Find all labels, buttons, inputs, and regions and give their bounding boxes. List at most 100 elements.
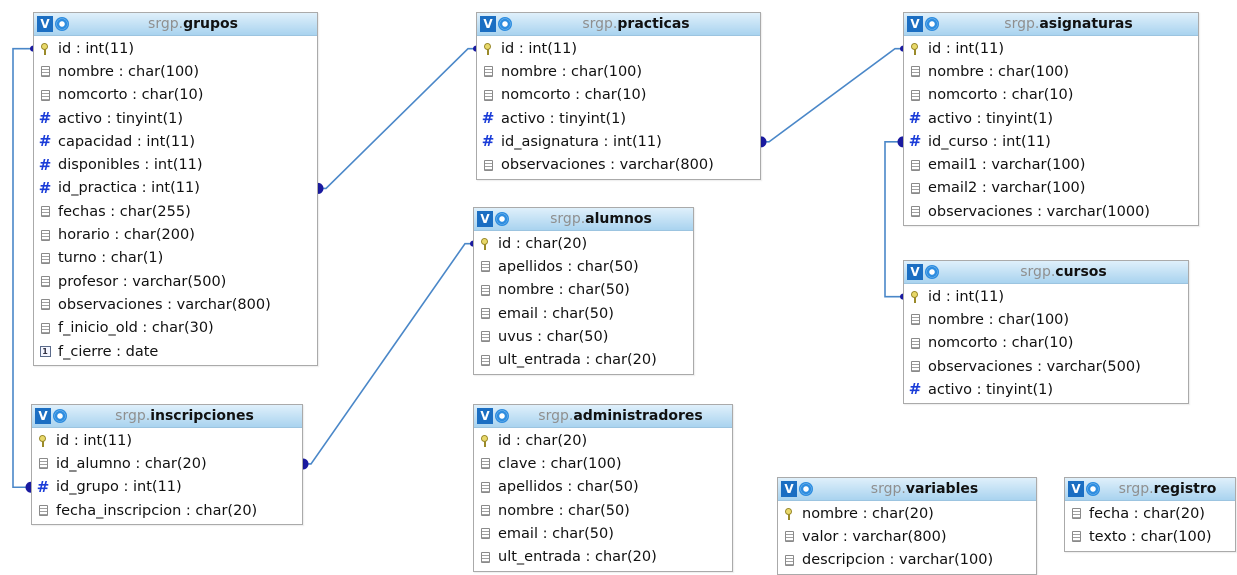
view-icon[interactable]: V [35, 408, 51, 424]
column-row[interactable]: # id_curso : int(11) [904, 130, 1198, 153]
column-row[interactable]: descripcion : varchar(100) [778, 549, 1036, 572]
column-row[interactable]: nomcorto : char(10) [477, 84, 760, 107]
table-header[interactable]: V srgp.grupos [34, 13, 317, 36]
table-header[interactable]: V srgp.alumnos [474, 208, 693, 231]
column-row[interactable]: id : char(20) [474, 429, 732, 452]
gear-icon[interactable] [55, 17, 69, 31]
view-icon[interactable]: V [480, 16, 496, 32]
column-row[interactable]: id : int(11) [477, 37, 760, 60]
table-name: inscripciones [150, 408, 254, 424]
column-row[interactable]: email1 : varchar(100) [904, 153, 1198, 176]
column-label: nombre : char(20) [802, 505, 934, 522]
column-row[interactable]: nomcorto : char(10) [34, 84, 317, 107]
view-icon[interactable]: V [907, 264, 923, 280]
table-header[interactable]: V srgp.variables [778, 478, 1036, 501]
column-row[interactable]: # disponibles : int(11) [34, 153, 317, 176]
column-row[interactable]: nomcorto : char(10) [904, 84, 1198, 107]
column-row[interactable]: # activo : tinyint(1) [34, 107, 317, 130]
column-row[interactable]: ult_entrada : char(20) [474, 545, 732, 568]
table-header[interactable]: V srgp.asignaturas [904, 13, 1198, 36]
table-grupos[interactable]: V srgp.grupos id : int(11) nombre : char(… [33, 12, 318, 367]
column-row[interactable]: nombre : char(20) [778, 502, 1036, 525]
column-row[interactable]: clave : char(100) [474, 452, 732, 475]
column-row[interactable]: # id_grupo : int(11) [32, 476, 302, 499]
gear-icon[interactable] [495, 212, 509, 226]
column-row[interactable]: # activo : tinyint(1) [904, 378, 1188, 401]
column-row[interactable]: nombre : char(100) [904, 60, 1198, 83]
column-row[interactable]: # activo : tinyint(1) [477, 107, 760, 130]
view-icon[interactable]: V [37, 16, 53, 32]
column-row[interactable]: observaciones : varchar(500) [904, 355, 1188, 378]
column-row[interactable]: 1 f_cierre : date [34, 340, 317, 363]
column-row[interactable]: id : int(11) [904, 37, 1198, 60]
table-name: cursos [1055, 264, 1107, 280]
key-icon [480, 42, 496, 55]
table-header[interactable]: V srgp.registro [1065, 478, 1235, 501]
column-row[interactable]: apellidos : char(50) [474, 255, 693, 278]
table-cursos[interactable]: V srgp.cursos id : int(11) nombre : char(… [903, 260, 1189, 405]
view-icon[interactable]: V [477, 408, 493, 424]
view-icon[interactable]: V [781, 481, 797, 497]
table-variables[interactable]: V srgp.variables nombre : char(20) valor … [777, 477, 1037, 575]
column-row[interactable]: # id_practica : int(11) [34, 177, 317, 200]
column-row[interactable]: nombre : char(50) [474, 279, 693, 302]
table-header[interactable]: V srgp.inscripciones [32, 405, 302, 428]
column-row[interactable]: apellidos : char(50) [474, 476, 732, 499]
column-row[interactable]: fechas : char(255) [34, 200, 317, 223]
table-inscripciones[interactable]: V srgp.inscripciones id : int(11) id_alum… [31, 404, 303, 526]
column-row[interactable]: texto : char(100) [1065, 525, 1235, 548]
table-asignaturas[interactable]: V srgp.asignaturas id : int(11) nombre : … [903, 12, 1199, 227]
gear-icon[interactable] [925, 265, 939, 279]
gear-icon[interactable] [925, 17, 939, 31]
column-row[interactable]: # capacidad : int(11) [34, 130, 317, 153]
table-header[interactable]: V srgp.practicas [477, 13, 760, 36]
column-row[interactable]: # id_asignatura : int(11) [477, 130, 760, 153]
gear-icon[interactable] [498, 17, 512, 31]
column-row[interactable]: observaciones : varchar(1000) [904, 200, 1198, 223]
column-row[interactable]: id : int(11) [32, 429, 302, 452]
table-practicas[interactable]: V srgp.practicas id : int(11) nombre : ch… [476, 12, 761, 180]
view-icon[interactable]: V [1068, 481, 1084, 497]
gear-icon[interactable] [799, 482, 813, 496]
column-row[interactable]: id : char(20) [474, 232, 693, 255]
column-row[interactable]: f_inicio_old : char(30) [34, 317, 317, 340]
column-row[interactable]: fecha_inscripcion : char(20) [32, 499, 302, 522]
column-row[interactable]: id_alumno : char(20) [32, 452, 302, 475]
text-column-icon [477, 284, 493, 296]
column-label: activo : tinyint(1) [58, 110, 184, 127]
column-row[interactable]: nomcorto : char(10) [904, 332, 1188, 355]
column-row[interactable]: uvus : char(50) [474, 325, 693, 348]
view-icon[interactable]: V [907, 16, 923, 32]
column-row[interactable]: email : char(50) [474, 302, 693, 325]
text-column-icon [480, 66, 496, 78]
column-row[interactable]: id : int(11) [34, 37, 317, 60]
column-row[interactable]: fecha : char(20) [1065, 502, 1235, 525]
column-row[interactable]: email : char(50) [474, 522, 732, 545]
column-row[interactable]: email2 : varchar(100) [904, 177, 1198, 200]
column-row[interactable]: id : int(11) [904, 285, 1188, 308]
column-row[interactable]: observaciones : varchar(800) [477, 153, 760, 176]
column-label: ult_entrada : char(20) [498, 549, 657, 566]
column-row[interactable]: horario : char(200) [34, 223, 317, 246]
column-row[interactable]: ult_entrada : char(20) [474, 348, 693, 371]
table-header[interactable]: V srgp.administradores [474, 405, 732, 428]
gear-icon[interactable] [1086, 482, 1100, 496]
text-column-icon [907, 314, 923, 326]
table-alumnos[interactable]: V srgp.alumnos id : char(20) apellidos : … [473, 207, 694, 375]
table-header[interactable]: V srgp.cursos [904, 261, 1188, 284]
table-administradores[interactable]: V srgp.administradores id : char(20) clav… [473, 404, 733, 572]
column-row[interactable]: nombre : char(100) [477, 60, 760, 83]
gear-icon[interactable] [53, 409, 67, 423]
gear-icon[interactable] [495, 409, 509, 423]
text-column-icon [480, 89, 496, 101]
column-row[interactable]: turno : char(1) [34, 247, 317, 270]
column-row[interactable]: valor : varchar(800) [778, 525, 1036, 548]
column-row[interactable]: # activo : tinyint(1) [904, 107, 1198, 130]
column-row[interactable]: profesor : varchar(500) [34, 270, 317, 293]
view-icon[interactable]: V [477, 211, 493, 227]
table-registro[interactable]: V srgp.registro fecha : char(20) texto : … [1064, 477, 1236, 552]
column-row[interactable]: nombre : char(50) [474, 499, 732, 522]
column-row[interactable]: nombre : char(100) [34, 60, 317, 83]
column-row[interactable]: nombre : char(100) [904, 308, 1188, 331]
column-row[interactable]: observaciones : varchar(800) [34, 293, 317, 316]
